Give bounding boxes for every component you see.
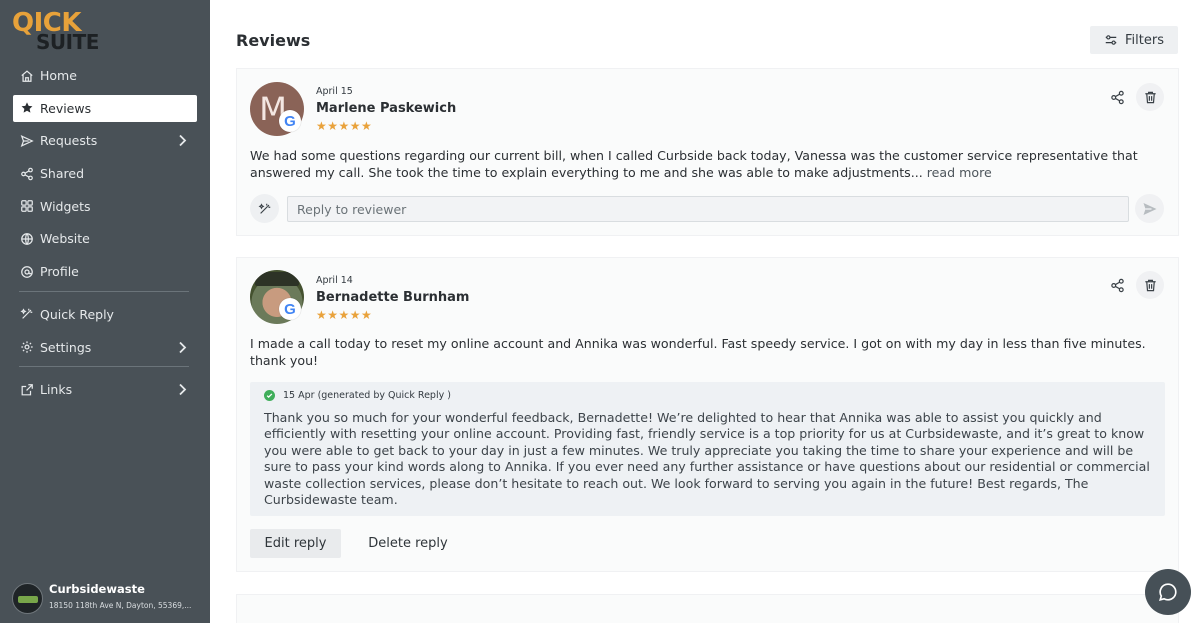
generated-reply-text: Thank you so much for your wonderful fee… <box>264 410 1150 508</box>
share-icon <box>1110 278 1124 292</box>
gear-icon <box>20 340 34 354</box>
review-date: April 15 <box>316 86 353 97</box>
sidebar-item-label: Requests <box>40 133 98 149</box>
star-rating: ★★★★★ <box>316 308 373 322</box>
sidebar-item-label: Settings <box>40 339 92 355</box>
magic-wand-icon <box>20 307 34 321</box>
review-date: April 14 <box>316 275 353 286</box>
reviewer-name: Marlene Paskewich <box>316 101 457 116</box>
profile-icon <box>20 265 34 279</box>
review-text: I made a call today to reset my online a… <box>250 336 1146 368</box>
star-rating: ★★★★★ <box>316 119 373 133</box>
sidebar-item-reviews[interactable]: Reviews <box>13 94 197 122</box>
chevron-right-icon <box>179 384 187 396</box>
edit-reply-button[interactable]: Edit reply <box>250 529 341 558</box>
star-icon <box>20 101 34 115</box>
sidebar-item-widgets[interactable]: Widgets <box>13 193 197 220</box>
business-avatar <box>12 583 43 614</box>
sidebar-divider <box>19 290 189 292</box>
page-title: Reviews <box>236 31 311 50</box>
sidebar: QICK SUITE Home Reviews Requests Shared … <box>0 0 210 623</box>
sidebar-item-home[interactable]: Home <box>13 62 197 89</box>
sidebar-item-requests[interactable]: Requests <box>13 127 197 154</box>
check-circle-icon <box>264 390 275 401</box>
sidebar-item-label: Reviews <box>40 100 92 116</box>
sidebar-item-label: Shared <box>40 166 85 182</box>
sidebar-item-label: Profile <box>40 264 79 280</box>
review-text: We had some questions regarding our curr… <box>250 148 1138 180</box>
sidebar-item-quick-reply[interactable]: Quick Reply <box>13 301 197 328</box>
chevron-right-icon <box>179 341 187 353</box>
sidebar-nav: Home Reviews Requests Shared Widgets Web… <box>13 62 197 409</box>
chat-button[interactable] <box>1145 569 1191 615</box>
external-link-icon <box>20 383 34 397</box>
widgets-icon <box>20 199 34 213</box>
share-button[interactable] <box>1103 83 1131 111</box>
reviewer-name: Bernadette Burnham <box>316 290 470 305</box>
quick-reply-button[interactable] <box>250 194 279 223</box>
trash-icon <box>1144 279 1156 291</box>
google-icon: G <box>279 298 301 320</box>
read-more-link[interactable]: read more <box>927 165 992 180</box>
sidebar-divider <box>19 366 189 368</box>
review-card: M G April 15 Marlene Paskewich ★★★★★ We … <box>236 68 1179 236</box>
share-icon <box>1110 90 1124 104</box>
sidebar-item-label: Website <box>40 231 90 247</box>
sidebar-item-settings[interactable]: Settings <box>13 334 197 361</box>
magic-wand-icon <box>258 202 270 214</box>
account-switcher[interactable]: Curbsidewaste 18150 118th Ave N, Dayton,… <box>12 580 202 614</box>
sidebar-item-label: Links <box>40 382 73 398</box>
share-icon <box>20 167 34 181</box>
business-address: 18150 118th Ave N, Dayton, 55369,... <box>49 601 192 610</box>
trash-icon <box>1144 91 1156 103</box>
sidebar-item-website[interactable]: Website <box>13 225 197 252</box>
sidebar-item-profile[interactable]: Profile <box>13 258 197 285</box>
chevron-right-icon <box>179 135 187 147</box>
sliders-icon <box>1105 35 1117 45</box>
sidebar-item-label: Quick Reply <box>40 306 114 322</box>
home-icon <box>20 69 34 83</box>
logo-text-bottom: SUITE <box>36 30 99 54</box>
delete-review-button[interactable] <box>1136 83 1164 111</box>
filters-label: Filters <box>1125 32 1164 48</box>
sidebar-item-label: Widgets <box>40 198 91 214</box>
delete-reply-button[interactable]: Delete reply <box>358 529 458 558</box>
sidebar-item-label: Home <box>40 68 77 83</box>
review-card <box>236 594 1179 623</box>
app-logo[interactable]: QICK SUITE <box>12 8 102 54</box>
chat-bubble-icon <box>1159 583 1177 601</box>
send-icon <box>1143 202 1156 215</box>
generated-reply: 15 Apr (generated by Quick Reply ) Thank… <box>250 382 1165 516</box>
review-card: G April 14 Bernadette Burnham ★★★★★ I ma… <box>236 257 1179 572</box>
generated-reply-meta: 15 Apr (generated by Quick Reply ) <box>264 390 451 401</box>
send-icon <box>20 134 34 148</box>
business-name: Curbsidewaste <box>49 582 145 596</box>
delete-review-button[interactable] <box>1136 271 1164 299</box>
sidebar-item-shared[interactable]: Shared <box>13 160 197 187</box>
globe-icon <box>20 232 34 246</box>
sidebar-item-links[interactable]: Links <box>13 376 197 403</box>
filters-button[interactable]: Filters <box>1090 26 1178 54</box>
reply-input[interactable] <box>287 196 1129 222</box>
share-button[interactable] <box>1103 271 1131 299</box>
google-icon: G <box>279 110 301 132</box>
send-reply-button[interactable] <box>1135 194 1164 223</box>
